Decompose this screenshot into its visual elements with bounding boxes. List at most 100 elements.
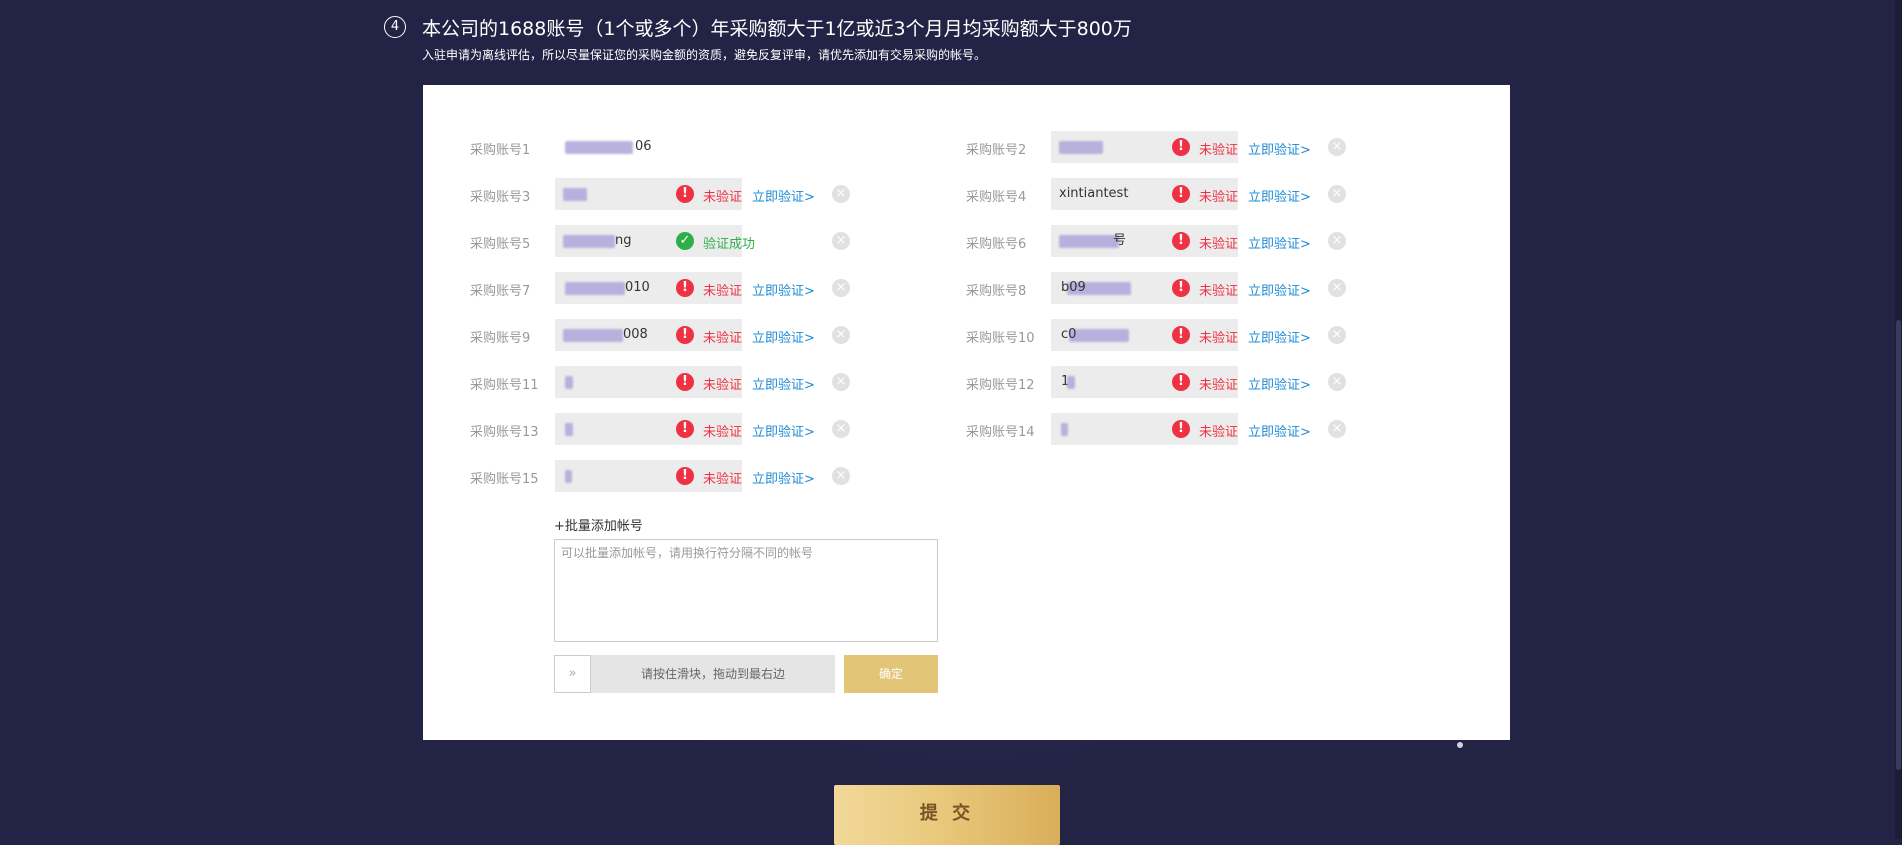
accounts-panel: 采购账号1 06 采购账号2 ! 未验证 立即验证> × 采购账号3 ! 未验证… (423, 85, 1510, 740)
redaction-mask (1059, 235, 1119, 248)
verify-now-link[interactable]: 立即验证> (1248, 139, 1311, 158)
remove-icon[interactable]: × (1328, 279, 1346, 297)
remove-icon[interactable]: × (832, 279, 850, 297)
batch-add-label[interactable]: +批量添加帐号 (554, 515, 643, 534)
redaction-mask (563, 235, 615, 248)
account-label: 采购账号3 (470, 190, 531, 205)
error-icon: ! (676, 326, 694, 344)
redaction-mask (1067, 376, 1075, 389)
remove-icon[interactable]: × (832, 185, 850, 203)
slider-hint: 请按住滑块，拖动到最右边 (640, 667, 785, 681)
error-icon: ! (1172, 420, 1190, 438)
double-chevron-right-icon: » (568, 666, 577, 681)
account-row-3: 采购账号3 ! 未验证 立即验证> × (470, 178, 900, 210)
status-verified: 验证成功 (703, 237, 756, 252)
error-icon: ! (1172, 138, 1190, 156)
remove-icon[interactable]: × (1328, 138, 1346, 156)
section-title: 本公司的1688账号（1个或多个）年采购额大于1亿或近3个月月均采购额大于800… (422, 18, 1132, 40)
account-value: ng (615, 233, 632, 248)
status-unverified: 未验证 (1199, 190, 1239, 205)
verify-now-link[interactable]: 立即验证> (1248, 374, 1311, 393)
redaction-mask (1059, 141, 1103, 154)
error-icon: ! (676, 185, 694, 203)
error-icon: ! (1172, 185, 1190, 203)
account-value: b09 (1061, 280, 1086, 295)
account-label: 采购账号2 (966, 143, 1027, 158)
account-label: 采购账号7 (470, 284, 531, 299)
submit-button[interactable]: 提 交 (834, 785, 1060, 845)
remove-icon[interactable]: × (832, 373, 850, 391)
redaction-mask (565, 282, 625, 295)
account-label: 采购账号12 (966, 378, 1035, 393)
account-value: 010 (625, 280, 650, 295)
account-input[interactable]: 06 (555, 131, 742, 163)
verify-now-link[interactable]: 立即验证> (1248, 421, 1311, 440)
scrollbar-thumb[interactable] (1896, 320, 1901, 770)
account-row-14: 采购账号14 ! 未验证 立即验证> × (966, 413, 1396, 445)
verify-now-link[interactable]: 立即验证> (752, 280, 815, 299)
batch-accounts-textarea[interactable] (554, 539, 938, 642)
account-row-10: 采购账号10 c0 ! 未验证 立即验证> × (966, 319, 1396, 351)
remove-icon[interactable]: × (832, 420, 850, 438)
account-label: 采购账号5 (470, 237, 531, 252)
confirm-button[interactable]: 确定 (844, 655, 938, 693)
account-row-7: 采购账号7 010 ! 未验证 立即验证> × (470, 272, 900, 304)
status-unverified: 未验证 (1199, 143, 1239, 158)
redaction-mask (565, 423, 573, 436)
status-unverified: 未验证 (703, 284, 743, 299)
remove-icon[interactable]: × (1328, 185, 1346, 203)
remove-icon[interactable]: × (832, 326, 850, 344)
verify-now-link[interactable]: 立即验证> (1248, 280, 1311, 299)
account-value: 号 (1113, 233, 1127, 248)
slider-captcha[interactable]: » 请按住滑块，拖动到最右边 (554, 655, 835, 693)
account-value: xintiantest (1059, 186, 1129, 201)
verify-now-link[interactable]: 立即验证> (1248, 186, 1311, 205)
account-value: 06 (635, 139, 652, 154)
verify-now-link[interactable]: 立即验证> (752, 327, 815, 346)
redaction-mask (1061, 423, 1068, 436)
slider-handle[interactable]: » (554, 655, 591, 693)
account-row-1: 采购账号1 06 (470, 131, 900, 163)
remove-icon[interactable]: × (832, 467, 850, 485)
section-subtitle: 入驻申请为离线评估，所以尽量保证您的采购金额的资质，避免反复评审，请优先添加有交… (422, 48, 987, 62)
error-icon: ! (676, 373, 694, 391)
account-value: c0 (1061, 327, 1077, 342)
account-label: 采购账号4 (966, 190, 1027, 205)
remove-icon[interactable]: × (1328, 232, 1346, 250)
step-number-badge: 4 (384, 16, 406, 38)
page-scrollbar[interactable] (1895, 0, 1902, 839)
account-label: 采购账号9 (470, 331, 531, 346)
status-unverified: 未验证 (1199, 331, 1239, 346)
status-unverified: 未验证 (703, 331, 743, 346)
remove-icon[interactable]: × (1328, 373, 1346, 391)
error-icon: ! (676, 467, 694, 485)
account-label: 采购账号1 (470, 143, 531, 158)
error-icon: ! (676, 420, 694, 438)
account-row-8: 采购账号8 b09 ! 未验证 立即验证> × (966, 272, 1396, 304)
account-label: 采购账号14 (966, 425, 1035, 440)
account-row-2: 采购账号2 ! 未验证 立即验证> × (966, 131, 1396, 163)
remove-icon[interactable]: × (1328, 420, 1346, 438)
verify-now-link[interactable]: 立即验证> (1248, 327, 1311, 346)
account-value: 008 (623, 327, 648, 342)
verify-now-link[interactable]: 立即验证> (1248, 233, 1311, 252)
status-unverified: 未验证 (703, 472, 743, 487)
verify-now-link[interactable]: 立即验证> (752, 421, 815, 440)
remove-icon[interactable]: × (1328, 326, 1346, 344)
verify-now-link[interactable]: 立即验证> (752, 186, 815, 205)
verify-now-link[interactable]: 立即验证> (752, 468, 815, 487)
error-icon: ! (1172, 232, 1190, 250)
redaction-mask (565, 470, 572, 483)
account-row-13: 采购账号13 ! 未验证 立即验证> × (470, 413, 900, 445)
remove-icon[interactable]: × (832, 232, 850, 250)
success-check-icon: ✓ (676, 232, 694, 250)
pagination-dot[interactable] (1457, 742, 1463, 748)
account-row-5: 采购账号5 ng ✓ 验证成功 × (470, 225, 900, 257)
verify-now-link[interactable]: 立即验证> (752, 374, 815, 393)
redaction-mask (563, 329, 623, 342)
error-icon: ! (1172, 279, 1190, 297)
account-row-9: 采购账号9 008 ! 未验证 立即验证> × (470, 319, 900, 351)
account-label: 采购账号8 (966, 284, 1027, 299)
status-unverified: 未验证 (703, 190, 743, 205)
account-row-11: 采购账号11 ! 未验证 立即验证> × (470, 366, 900, 398)
